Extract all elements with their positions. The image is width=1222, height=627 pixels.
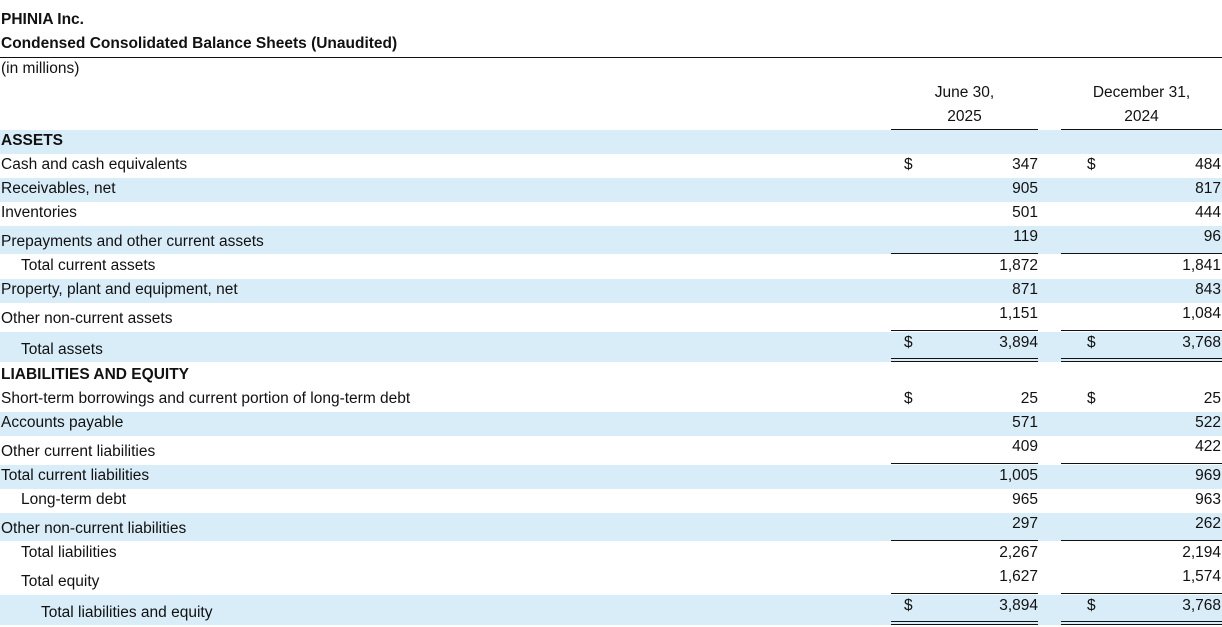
value-2025: 1,005 xyxy=(999,467,1038,484)
row-label: Inventories xyxy=(1,204,77,221)
row-label: Total equity xyxy=(21,573,100,590)
total-double-rule xyxy=(891,358,1038,359)
value-2025: 571 xyxy=(1012,414,1038,431)
section-assets: ASSETS xyxy=(1,132,64,149)
subtotal-rule xyxy=(1061,330,1222,331)
currency-symbol: $ xyxy=(1087,156,1096,173)
value-2024: 96 xyxy=(1203,228,1221,245)
currency-symbol: $ xyxy=(904,597,913,614)
subtotal-rule xyxy=(891,593,1038,594)
value-2025: 1,872 xyxy=(999,257,1038,274)
subtotal-rule xyxy=(1061,593,1222,594)
value-2025: 3,894 xyxy=(999,597,1038,614)
value-2025: 409 xyxy=(1012,438,1038,455)
value-2025: 905 xyxy=(1012,180,1038,197)
row-label: Accounts payable xyxy=(1,414,124,431)
units-note: (in millions) xyxy=(1,60,80,77)
band-receivables xyxy=(0,178,1222,202)
row-label: Total current assets xyxy=(21,257,156,274)
value-2025: 501 xyxy=(1012,204,1038,221)
row-label: Total assets xyxy=(21,341,103,358)
currency-symbol: $ xyxy=(904,334,913,351)
currency-symbol: $ xyxy=(904,156,913,173)
subtotal-rule xyxy=(1061,463,1222,464)
row-label: Receivables, net xyxy=(1,180,116,197)
value-2024: 1,841 xyxy=(1182,257,1221,274)
band-total-assets xyxy=(0,332,1222,362)
value-2025: 1,627 xyxy=(999,568,1038,585)
row-label: Total liabilities and equity xyxy=(41,604,213,621)
row-label: Short-term borrowings and current portio… xyxy=(1,390,411,407)
total-double-rule xyxy=(1061,624,1222,625)
value-2024: 422 xyxy=(1195,438,1221,455)
subtotal-rule xyxy=(891,540,1038,541)
total-double-rule xyxy=(1061,621,1222,622)
value-2024: 3,768 xyxy=(1182,597,1221,614)
total-double-rule xyxy=(891,621,1038,622)
value-2024: 2,194 xyxy=(1182,544,1221,561)
band-assets-header xyxy=(0,130,1222,154)
total-double-rule xyxy=(1061,358,1222,359)
total-double-rule xyxy=(1061,361,1222,362)
subtotal-rule xyxy=(891,330,1038,331)
value-2024: 25 xyxy=(1203,390,1221,407)
total-double-rule xyxy=(891,624,1038,625)
subtotal-rule xyxy=(1061,540,1222,541)
value-2024: 1,574 xyxy=(1182,568,1221,585)
total-double-rule xyxy=(891,361,1038,362)
band-accounts-payable xyxy=(0,412,1222,436)
statement-title: Condensed Consolidated Balance Sheets (U… xyxy=(1,35,398,52)
value-2024: 843 xyxy=(1195,281,1221,298)
currency-symbol: $ xyxy=(1087,597,1096,614)
row-label: Other non-current liabilities xyxy=(1,520,187,537)
value-2024: 969 xyxy=(1195,467,1221,484)
value-2025: 25 xyxy=(1020,390,1038,407)
row-label: Other non-current assets xyxy=(1,310,173,327)
section-liabilities-equity: LIABILITIES AND EQUITY xyxy=(1,366,190,383)
currency-symbol: $ xyxy=(1087,334,1096,351)
value-2024: 262 xyxy=(1195,515,1221,532)
value-2025: 297 xyxy=(1012,515,1038,532)
value-2025: 965 xyxy=(1012,491,1038,508)
value-2024: 3,768 xyxy=(1182,334,1221,351)
band-total-current-liabilities xyxy=(0,465,1222,489)
value-2025: 871 xyxy=(1012,281,1038,298)
row-label: Total current liabilities xyxy=(1,467,150,484)
subtotal-rule xyxy=(891,253,1038,254)
value-2024: 817 xyxy=(1195,180,1221,197)
col2-header-line2: 2024 xyxy=(1124,108,1159,125)
currency-symbol: $ xyxy=(1087,390,1096,407)
row-label: Property, plant and equipment, net xyxy=(1,281,238,298)
col1-header-line1: June 30, xyxy=(934,84,995,101)
subtotal-rule xyxy=(891,463,1038,464)
value-2025: 2,267 xyxy=(999,544,1038,561)
company-name: PHINIA Inc. xyxy=(1,11,84,28)
value-2025: 1,151 xyxy=(999,305,1038,322)
value-2025: 119 xyxy=(1013,228,1038,245)
currency-symbol: $ xyxy=(904,390,913,407)
col1-header-line2: 2025 xyxy=(947,108,982,125)
value-2024: 484 xyxy=(1195,156,1221,173)
col2-header-line1: December 31, xyxy=(1092,84,1191,101)
row-label: Long-term debt xyxy=(21,491,127,508)
value-2024: 522 xyxy=(1195,414,1221,431)
row-label: Cash and cash equivalents xyxy=(1,156,188,173)
value-2024: 444 xyxy=(1195,204,1221,221)
col1-header-rule xyxy=(891,129,1038,130)
value-2024: 963 xyxy=(1195,491,1221,508)
subtotal-rule xyxy=(1061,253,1222,254)
col2-header-rule xyxy=(1061,129,1222,130)
value-2025: 347 xyxy=(1012,156,1038,173)
value-2025: 3,894 xyxy=(999,334,1038,351)
row-label: Total liabilities xyxy=(21,544,117,561)
value-2024: 1,084 xyxy=(1182,305,1221,322)
row-label: Other current liabilities xyxy=(1,443,156,460)
title-rule xyxy=(0,57,1222,58)
row-label: Prepayments and other current assets xyxy=(1,233,264,250)
